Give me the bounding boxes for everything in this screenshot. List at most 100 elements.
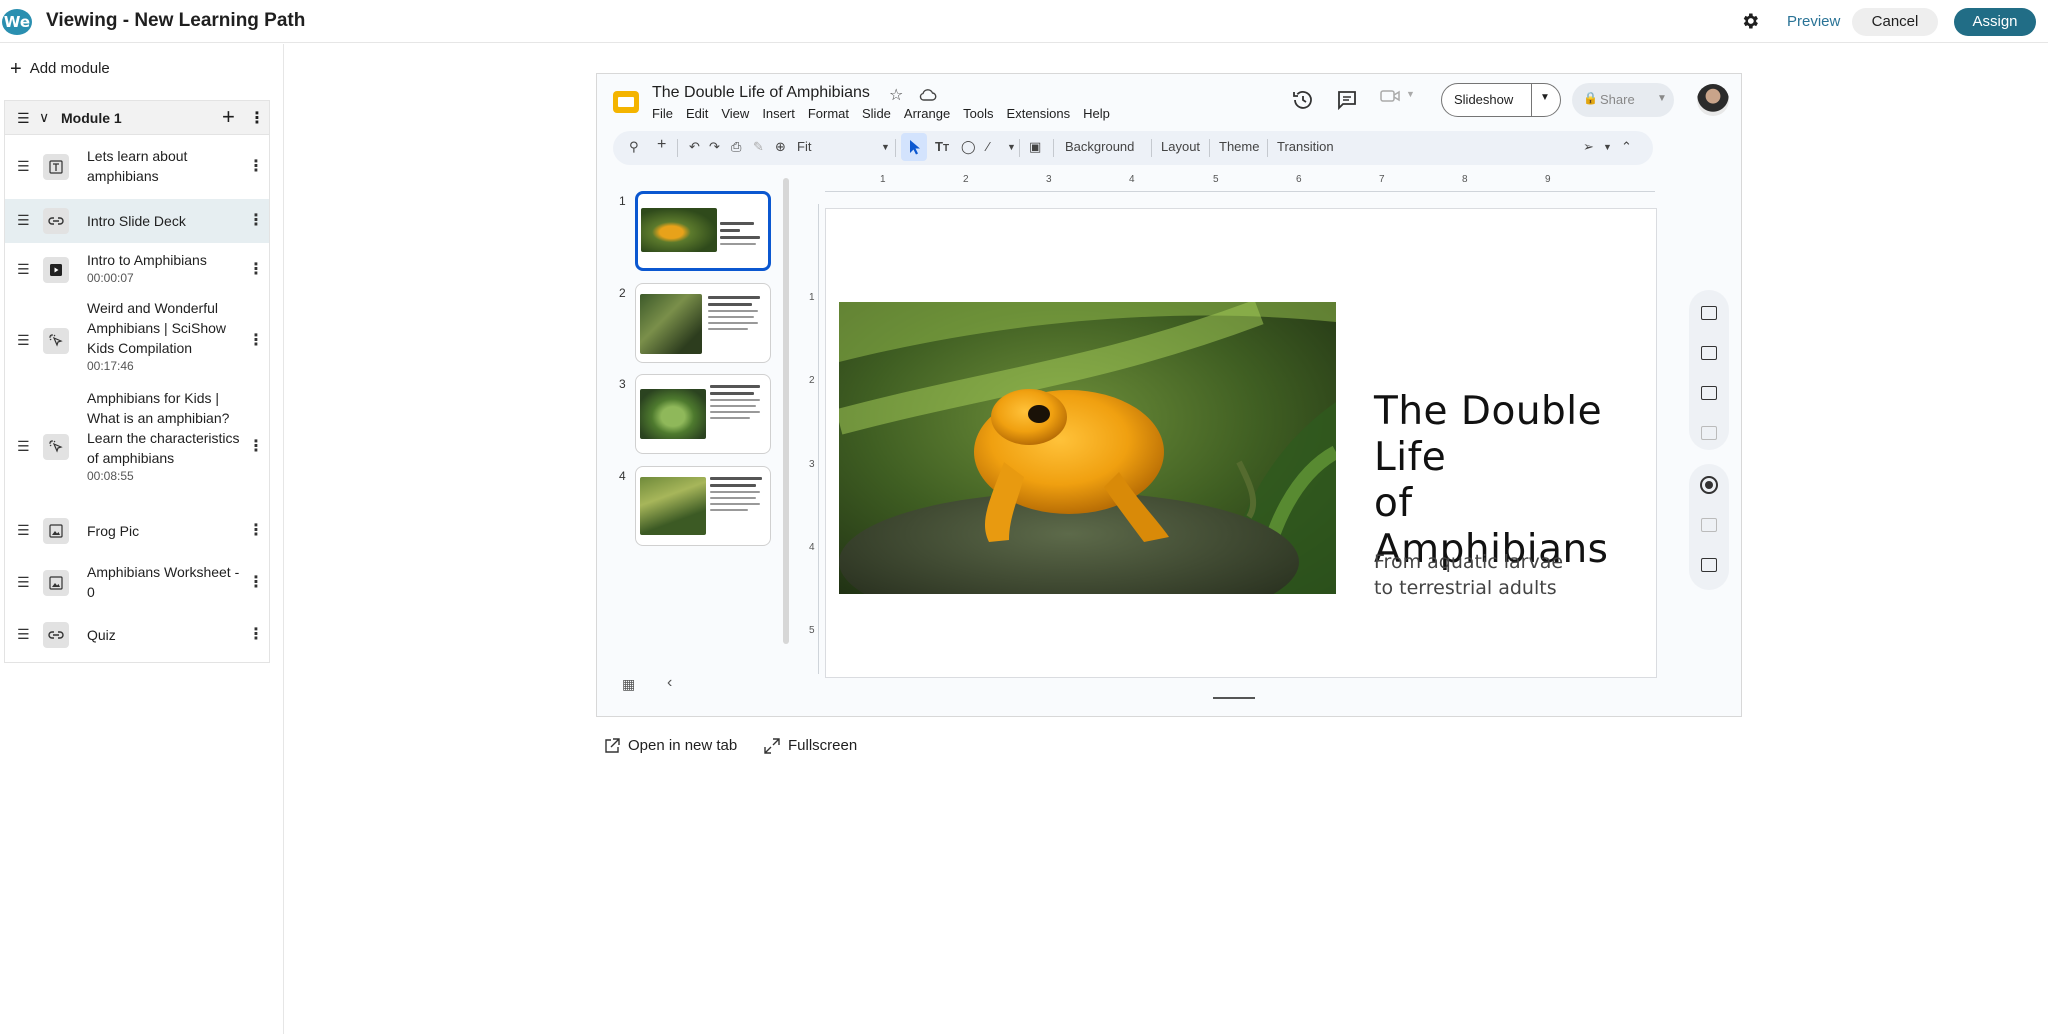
star-icon[interactable]: ☆: [889, 85, 903, 105]
transition-button[interactable]: Transition: [1277, 139, 1334, 154]
add-image-icon[interactable]: [1701, 386, 1717, 400]
chevron-down-icon[interactable]: ▼: [881, 142, 890, 152]
cancel-button[interactable]: Cancel: [1852, 8, 1938, 36]
add-module-button[interactable]: + Add module: [10, 59, 110, 79]
list-item[interactable]: ☰ Amphibians for Kids | What is an amphi…: [5, 386, 269, 508]
filmstrip-scrollbar[interactable]: [783, 178, 789, 644]
doc-title[interactable]: The Double Life of Amphibians: [652, 84, 870, 102]
menu-file[interactable]: File: [652, 106, 673, 121]
open-new-tab-link[interactable]: Open in new tab: [604, 737, 737, 754]
menu-help[interactable]: Help: [1083, 106, 1110, 121]
list-item[interactable]: ☰ Lets learn about amphibians ⋮: [5, 136, 269, 199]
more-options-icon[interactable]: ⋮: [249, 108, 265, 128]
slide-title[interactable]: The Double Life of Amphibians: [1374, 389, 1656, 573]
open-new-tab-label: Open in new tab: [628, 737, 738, 754]
more-options-icon[interactable]: ⋮: [248, 520, 264, 540]
pen-icon[interactable]: ➢: [1583, 139, 1594, 155]
link-icon: [43, 622, 69, 648]
slide-thumbnail-3[interactable]: [635, 374, 771, 454]
cloud-icon[interactable]: [919, 88, 937, 102]
menu-slide[interactable]: Slide: [862, 106, 891, 121]
drag-handle-icon[interactable]: ☰: [17, 626, 30, 643]
folder-icon[interactable]: [1701, 426, 1717, 440]
present-icon[interactable]: [1701, 558, 1717, 572]
text-box-icon[interactable]: TT: [935, 139, 949, 154]
drag-handle-icon[interactable]: ☰: [17, 158, 30, 175]
new-slide-icon[interactable]: +: [657, 136, 666, 154]
add-item-icon[interactable]: +: [222, 104, 235, 130]
menu-insert[interactable]: Insert: [762, 106, 795, 121]
menu-format[interactable]: Format: [808, 106, 849, 121]
theme-button[interactable]: Theme: [1219, 139, 1259, 154]
video-record-icon[interactable]: [1701, 518, 1717, 532]
more-options-icon[interactable]: ⋮: [248, 156, 264, 176]
chevron-down-icon[interactable]: ∨: [39, 109, 49, 126]
record-icon[interactable]: [1700, 476, 1718, 494]
more-options-icon[interactable]: ⋮: [248, 210, 264, 230]
slide-thumbnail-4[interactable]: [635, 466, 771, 546]
history-icon[interactable]: [1291, 88, 1315, 112]
more-options-icon[interactable]: ⋮: [248, 624, 264, 644]
chevron-left-icon[interactable]: ‹: [667, 674, 672, 692]
drag-handle-icon[interactable]: ☰: [17, 438, 30, 455]
speaker-notes-handle[interactable]: [1213, 697, 1255, 699]
slide-thumbnail-2[interactable]: [635, 283, 771, 363]
chevron-down-icon[interactable]: ▼: [1007, 142, 1016, 152]
shape-icon[interactable]: ◯: [961, 139, 976, 155]
drag-handle-icon[interactable]: ☰: [17, 110, 30, 127]
line-icon[interactable]: ∕: [987, 139, 989, 154]
share-button[interactable]: 🔒 Share ▼: [1572, 83, 1674, 117]
drag-handle-icon[interactable]: ☰: [17, 261, 30, 278]
list-item[interactable]: ☰ Weird and Wonderful Amphibians | SciSh…: [5, 296, 269, 386]
preview-button[interactable]: Preview: [1775, 9, 1852, 35]
avatar[interactable]: [1697, 84, 1729, 116]
more-options-icon[interactable]: ⋮: [248, 436, 264, 456]
zoom-select[interactable]: Fit: [797, 139, 811, 154]
menu-view[interactable]: View: [721, 106, 749, 121]
grid-view-icon[interactable]: ▦: [622, 676, 635, 693]
slideshow-button[interactable]: Slideshow ▼: [1441, 83, 1561, 117]
slide-thumbnail-1[interactable]: [635, 191, 771, 271]
video-call-icon[interactable]: ▼: [1380, 88, 1420, 110]
dropdown-arrow-icon[interactable]: ▼: [1657, 93, 1667, 104]
search-icon[interactable]: ⚲: [629, 139, 639, 155]
background-button[interactable]: Background: [1065, 139, 1134, 154]
gear-icon[interactable]: [1740, 11, 1760, 31]
slide-subtitle[interactable]: From aquatic larvae to terrestrial adult…: [1374, 549, 1563, 601]
undo-icon[interactable]: ↶: [689, 139, 700, 155]
menu-extensions[interactable]: Extensions: [1007, 106, 1071, 121]
captions-icon[interactable]: [1701, 306, 1717, 320]
more-options-icon[interactable]: ⋮: [248, 572, 264, 592]
list-item[interactable]: ☰ Intro Slide Deck ⋮: [5, 199, 269, 243]
dropdown-arrow-icon[interactable]: ▼: [1540, 92, 1550, 103]
list-item[interactable]: ☰ Frog Pic ⋮: [5, 508, 269, 554]
slide-canvas[interactable]: The Double Life of Amphibians From aquat…: [825, 208, 1657, 678]
paint-format-icon[interactable]: ✎: [753, 139, 764, 155]
app-logo: We: [2, 9, 32, 35]
list-item[interactable]: ☰ Quiz ⋮: [5, 612, 269, 658]
menu-tools[interactable]: Tools: [963, 106, 993, 121]
comment-icon[interactable]: [1335, 88, 1359, 112]
redo-icon[interactable]: ↷: [709, 139, 720, 155]
drag-handle-icon[interactable]: ☰: [17, 574, 30, 591]
comment-add-icon[interactable]: ▣: [1029, 139, 1041, 155]
list-item[interactable]: ☰ Intro to Amphibians 00:00:07 ⋮: [5, 243, 269, 296]
chevron-down-icon[interactable]: ▼: [1603, 142, 1612, 152]
fullscreen-link[interactable]: Fullscreen: [764, 737, 857, 754]
zoom-icon[interactable]: ⊕: [775, 139, 786, 155]
collapse-toolbar-icon[interactable]: ⌃: [1621, 139, 1632, 155]
assign-button[interactable]: Assign: [1954, 8, 2036, 36]
drag-handle-icon[interactable]: ☰: [17, 522, 30, 539]
more-options-icon[interactable]: ⋮: [248, 259, 264, 279]
list-item[interactable]: ☰ Amphibians Worksheet - 0 ⋮: [5, 554, 269, 612]
menu-arrange[interactable]: Arrange: [904, 106, 950, 121]
print-icon[interactable]: ⎙: [731, 139, 741, 155]
frog-photo[interactable]: [839, 302, 1336, 594]
select-tool[interactable]: [901, 133, 927, 161]
more-options-icon[interactable]: ⋮: [248, 330, 264, 350]
slides-library-icon[interactable]: [1701, 346, 1717, 360]
drag-handle-icon[interactable]: ☰: [17, 212, 30, 229]
menu-edit[interactable]: Edit: [686, 106, 708, 121]
layout-button[interactable]: Layout: [1161, 139, 1200, 154]
drag-handle-icon[interactable]: ☰: [17, 332, 30, 349]
